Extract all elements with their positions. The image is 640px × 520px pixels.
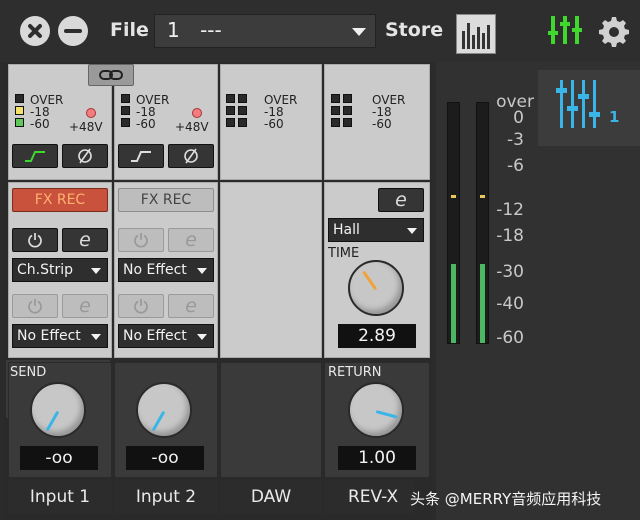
input1-send-value: -oo: [20, 446, 98, 470]
power-icon: [28, 233, 42, 248]
daw-level-leds-right: [238, 94, 247, 130]
daw-send-cell: [220, 362, 322, 478]
edit-icon: e: [79, 229, 91, 251]
top-bar: File 1 --- Store: [0, 0, 640, 62]
channel-name-revx: REV-X: [324, 480, 414, 514]
phantom-indicator: [86, 108, 96, 118]
input2-level-leds: [121, 94, 130, 130]
return-label: RETURN: [328, 365, 382, 380]
peak-hold-right: [480, 195, 485, 198]
edit-icon: e: [79, 295, 91, 317]
meter-scale-30: -30: [496, 262, 524, 282]
input2-fx-power-button[interactable]: [118, 228, 164, 252]
input2-send-knob[interactable]: [136, 382, 192, 438]
input1-phase-button[interactable]: [62, 144, 108, 168]
input2-effect1-select[interactable]: No Effect: [118, 258, 214, 282]
edit-icon: e: [395, 189, 407, 211]
channel-name-daw: DAW: [220, 480, 322, 514]
mixer-icon[interactable]: [548, 14, 582, 46]
time-label: TIME: [328, 246, 360, 261]
link-icon: [99, 70, 123, 80]
phantom-label: +48V: [69, 120, 103, 134]
chevron-down-icon: [197, 334, 207, 340]
input2-fx2-edit-button[interactable]: e: [168, 294, 214, 318]
phase-icon: [184, 148, 198, 164]
revx-level-labels: OVER -18 -60: [372, 93, 406, 131]
input1-fx2-power-button[interactable]: [12, 294, 58, 318]
highpass-icon: [25, 151, 45, 162]
input1-fx-power-button[interactable]: [12, 228, 58, 252]
phantom-label: +48V: [175, 120, 209, 134]
scene-number: 1: [609, 108, 620, 126]
chevron-down-icon: [91, 268, 101, 274]
meter-view-button[interactable]: [456, 14, 496, 54]
chevron-down-icon: [197, 268, 207, 274]
input2-phase-button[interactable]: [168, 144, 214, 168]
meter-scale-60: -60: [496, 328, 524, 348]
input2-fx2-power-button[interactable]: [118, 294, 164, 318]
power-icon: [28, 299, 42, 314]
power-icon: [134, 299, 148, 314]
meter-scale-0: 0: [513, 108, 524, 128]
peak-hold-left: [451, 195, 456, 198]
input2-send-value: -oo: [126, 446, 204, 470]
file-select[interactable]: 1 ---: [154, 14, 376, 48]
revx-return-knob[interactable]: [348, 382, 404, 438]
highpass-icon: [131, 151, 151, 162]
gear-icon[interactable]: [598, 16, 630, 48]
chevron-down-icon: [407, 228, 417, 234]
input1-send-knob[interactable]: [30, 382, 86, 438]
input2-effect2-select[interactable]: No Effect: [118, 324, 214, 348]
edit-icon: e: [185, 229, 197, 251]
revx-return-value: 1.00: [338, 446, 416, 470]
chevron-down-icon: [352, 28, 366, 36]
phase-icon: [78, 148, 92, 164]
file-name: ---: [200, 18, 222, 42]
input2-fx-edit-button[interactable]: e: [168, 228, 214, 252]
phantom-indicator: [192, 108, 202, 118]
store-button[interactable]: Store: [385, 19, 443, 41]
faders-icon: [555, 80, 605, 128]
daw-level-leds-left: [226, 94, 235, 130]
daw-fx: [220, 182, 322, 358]
revx-edit-button[interactable]: e: [378, 188, 424, 212]
channel-name-input1: Input 1: [8, 480, 112, 514]
input1-fx-rec-button[interactable]: FX REC: [12, 188, 108, 212]
input1-level-leds: [15, 94, 24, 130]
reverb-time-knob[interactable]: [348, 260, 404, 316]
master-meter-left: [447, 102, 460, 344]
send-label: SEND: [10, 365, 47, 380]
meter-scale-3: -3: [507, 130, 524, 150]
chevron-down-icon: [91, 334, 101, 340]
minimize-icon[interactable]: [58, 16, 88, 46]
link-button[interactable]: [88, 64, 134, 86]
meter-scale-18: -18: [496, 226, 524, 246]
level-fill-left: [451, 263, 456, 343]
input1-fx2-edit-button[interactable]: e: [62, 294, 108, 318]
file-number: 1: [167, 18, 180, 42]
reverb-time-value: 2.89: [338, 324, 416, 348]
input1-level-labels: OVER -18 -60: [30, 93, 64, 131]
channel-name-input2: Input 2: [114, 480, 218, 514]
input1-effect1-select[interactable]: Ch.Strip: [12, 258, 108, 282]
revx-level-leds-left: [331, 94, 340, 130]
meter-scale-6: -6: [507, 156, 524, 176]
input1-hpf-button[interactable]: [12, 144, 58, 168]
watermark: 头条 @MERRY音频应用科技: [410, 490, 602, 508]
reverb-type-select[interactable]: Hall: [328, 218, 424, 242]
input1-effect2-select[interactable]: No Effect: [12, 324, 108, 348]
input2-hpf-button[interactable]: [118, 144, 164, 168]
file-label: File: [110, 19, 149, 41]
daw-level-labels: OVER -18 -60: [264, 93, 298, 131]
meter-scale-12: -12: [496, 200, 524, 220]
input2-level-labels: OVER -18 -60: [136, 93, 170, 131]
close-icon[interactable]: [20, 16, 50, 46]
power-icon: [134, 233, 148, 248]
revx-level-leds-right: [343, 94, 352, 130]
meter-scale-40: -40: [496, 294, 524, 314]
input2-fx-rec-button[interactable]: FX REC: [118, 188, 214, 212]
edit-icon: e: [185, 295, 197, 317]
input1-fx-edit-button[interactable]: e: [62, 228, 108, 252]
